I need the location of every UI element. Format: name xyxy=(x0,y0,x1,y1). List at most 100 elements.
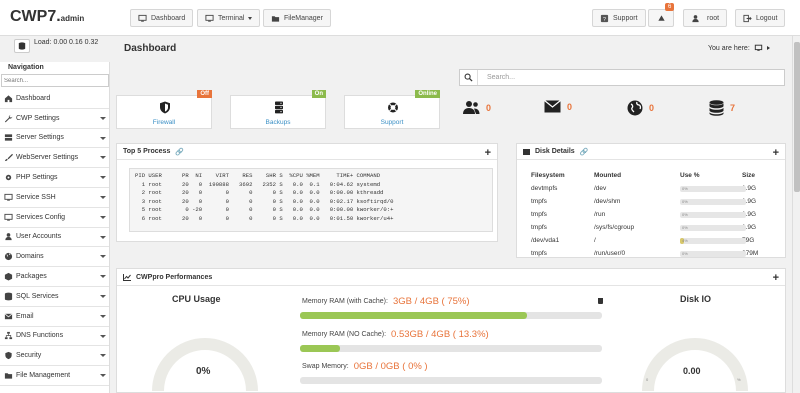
support-label: Support xyxy=(380,119,404,126)
filesystem-cell: tmpfs xyxy=(531,198,547,205)
table-row: tmpfs/run 0% 1.9G xyxy=(531,208,782,221)
expand-button[interactable]: + xyxy=(773,147,779,159)
user-menu-button[interactable]: root xyxy=(683,9,728,27)
filesystem-cell: /dev/vda1 xyxy=(531,237,560,244)
swap-label: Swap Memory: 0GB / 0GB ( 0% ) xyxy=(302,361,428,372)
swap-bar xyxy=(300,377,602,384)
expand-button[interactable]: + xyxy=(773,272,779,284)
chevron-right-icon xyxy=(766,46,770,50)
chevron-down-icon xyxy=(100,275,106,279)
databases-counter[interactable]: 7 xyxy=(709,100,735,116)
sidebar-item-security[interactable]: Security xyxy=(0,346,109,367)
column-header: Use % xyxy=(680,172,700,179)
firewall-label: Firewall xyxy=(152,119,176,126)
monitor-icon xyxy=(4,193,13,201)
server-icon xyxy=(4,134,13,142)
svg-text:?: ? xyxy=(603,16,606,22)
sidebar-item-file-management[interactable]: File Management xyxy=(0,366,109,386)
memory-cache-label: Memory RAM (with Cache): 3GB / 4GB ( 75%… xyxy=(302,296,470,307)
monitor-icon xyxy=(138,14,147,22)
sidebar-item-dns-functions[interactable]: DNS Functions xyxy=(0,327,109,347)
domains-counter[interactable]: 0 xyxy=(627,100,654,116)
logout-button[interactable]: Logout xyxy=(735,9,786,27)
shield-icon xyxy=(160,101,170,114)
panel-title: Disk Details xyxy=(535,148,575,155)
wrench-icon xyxy=(4,114,13,123)
cpu-usage-value: 0% xyxy=(196,366,211,377)
chevron-down-icon xyxy=(100,314,106,318)
panel-title: CWPpro Performances xyxy=(136,273,213,281)
sidebar-item-service-ssh[interactable]: Service SSH xyxy=(0,188,109,208)
process-table: PID USER PR NI VIRT RES SHR S %CPU %MEM … xyxy=(129,168,493,232)
process-row: 1 root 20 0 190888 3692 2352 S 0.0 0.1 0… xyxy=(135,180,381,188)
trash-icon[interactable] xyxy=(598,298,603,304)
chevron-down-icon xyxy=(100,294,106,298)
sidebar-item-sql-services[interactable]: SQL Services xyxy=(0,287,109,307)
sidebar-item-webserver-settings[interactable]: WebServer Settings xyxy=(0,148,109,169)
disk-table-header: Filesystem Mounted Use % Size xyxy=(531,169,782,182)
mounted-cell: /run/user/0 xyxy=(594,250,626,257)
memory-cache-value: 3GB / 4GB ( 75%) xyxy=(392,296,470,307)
bell-icon xyxy=(657,14,665,21)
filemanager-button[interactable]: FileManager xyxy=(263,9,331,27)
monitor-icon[interactable] xyxy=(754,44,763,52)
shield-icon xyxy=(5,352,12,360)
sidebar-item-email[interactable]: Email xyxy=(0,307,109,327)
top-navbar: CWP7.admin Dashboard Terminal FileManage… xyxy=(0,0,800,36)
usage-bar: 0% xyxy=(680,224,746,231)
sidebar-heading: Navigation xyxy=(8,64,44,71)
column-header: Size xyxy=(742,172,756,179)
process-header-row: PID USER PR NI VIRT RES SHR S %CPU %MEM … xyxy=(135,172,381,179)
sidebar-item-php-settings[interactable]: PHP Settings xyxy=(0,168,109,188)
disk-table: Filesystem Mounted Use % Size devtmpfs/dev 0%… xyxy=(531,169,782,260)
chevron-down-icon xyxy=(100,334,106,338)
memory-nocache-label: Memory RAM (NO Cache): 0.53GB / 4GB ( 13… xyxy=(302,329,489,340)
size-cell: 79G xyxy=(742,237,755,244)
expand-button[interactable]: + xyxy=(485,147,491,159)
sidebar-item-server-settings[interactable]: Server Settings xyxy=(0,129,109,149)
column-header: Filesystem xyxy=(531,172,565,179)
lifebuoy-icon xyxy=(388,102,398,113)
folder-icon xyxy=(271,15,280,22)
dashboard-button[interactable]: Dashboard xyxy=(130,9,194,27)
sidebar-item-label: Service SSH xyxy=(16,193,56,201)
mounted-cell: /dev xyxy=(594,185,607,192)
dashboard-search-input[interactable]: Search... xyxy=(459,69,785,86)
page-scrollbar[interactable] xyxy=(792,36,800,393)
size-cell: 1.9G xyxy=(742,224,757,231)
sidebar-item-dashboard[interactable]: Dashboard xyxy=(0,89,109,109)
user-icon xyxy=(5,233,12,241)
mounted-cell: /run xyxy=(594,211,606,218)
process-row: 6 root 20 0 0 0 0 S 0.0 0.0 0:01.50 kwor… xyxy=(135,214,394,222)
chevron-down-icon xyxy=(100,255,106,259)
breadcrumb: You are here: xyxy=(708,44,770,52)
support-button[interactable]: ? Support xyxy=(592,9,646,27)
process-row: 3 root 20 0 0 0 0 S 0.0 0.0 0:02.17 ksof… xyxy=(135,197,394,205)
sidebar-item-domains[interactable]: Domains xyxy=(0,247,109,268)
link-icon[interactable]: 🔗 xyxy=(580,148,589,156)
gear-icon xyxy=(5,174,12,181)
link-icon[interactable]: 🔗 xyxy=(175,148,184,156)
sidebar-item-cwp-settings[interactable]: CWP Settings xyxy=(0,109,109,129)
user-icon xyxy=(692,14,699,22)
email-counter[interactable]: 0 xyxy=(544,100,572,113)
notifications-button[interactable] xyxy=(648,9,674,27)
support-box[interactable]: Online Support xyxy=(344,90,440,129)
sidebar-item-services-config[interactable]: Services Config xyxy=(0,208,109,228)
users-counter[interactable]: 0 xyxy=(463,100,491,115)
firewall-box[interactable]: Off Firewall xyxy=(116,90,212,129)
sidebar-item-user-accounts[interactable]: User Accounts xyxy=(0,228,109,248)
process-row: 5 root 0 -20 0 0 0 S 0.0 0.0 0:00.00 kwo… xyxy=(135,206,394,213)
backups-box[interactable]: On Backups xyxy=(230,90,326,129)
mounted-cell: /dev/shm xyxy=(594,198,621,205)
sidebar-search-input[interactable] xyxy=(1,74,109,87)
server-stack-button[interactable] xyxy=(14,39,30,53)
scrollbar-thumb[interactable] xyxy=(794,42,800,192)
logo[interactable]: CWP7.admin xyxy=(10,8,84,26)
sidebar-item-packages[interactable]: Packages xyxy=(0,267,109,287)
sidebar-item-label: User Accounts xyxy=(16,233,62,241)
sidebar-item-label: SQL Services xyxy=(16,292,59,300)
size-cell: 1.9G xyxy=(742,211,757,218)
usage-bar: 4% xyxy=(680,237,746,244)
terminal-button[interactable]: Terminal xyxy=(197,9,261,27)
